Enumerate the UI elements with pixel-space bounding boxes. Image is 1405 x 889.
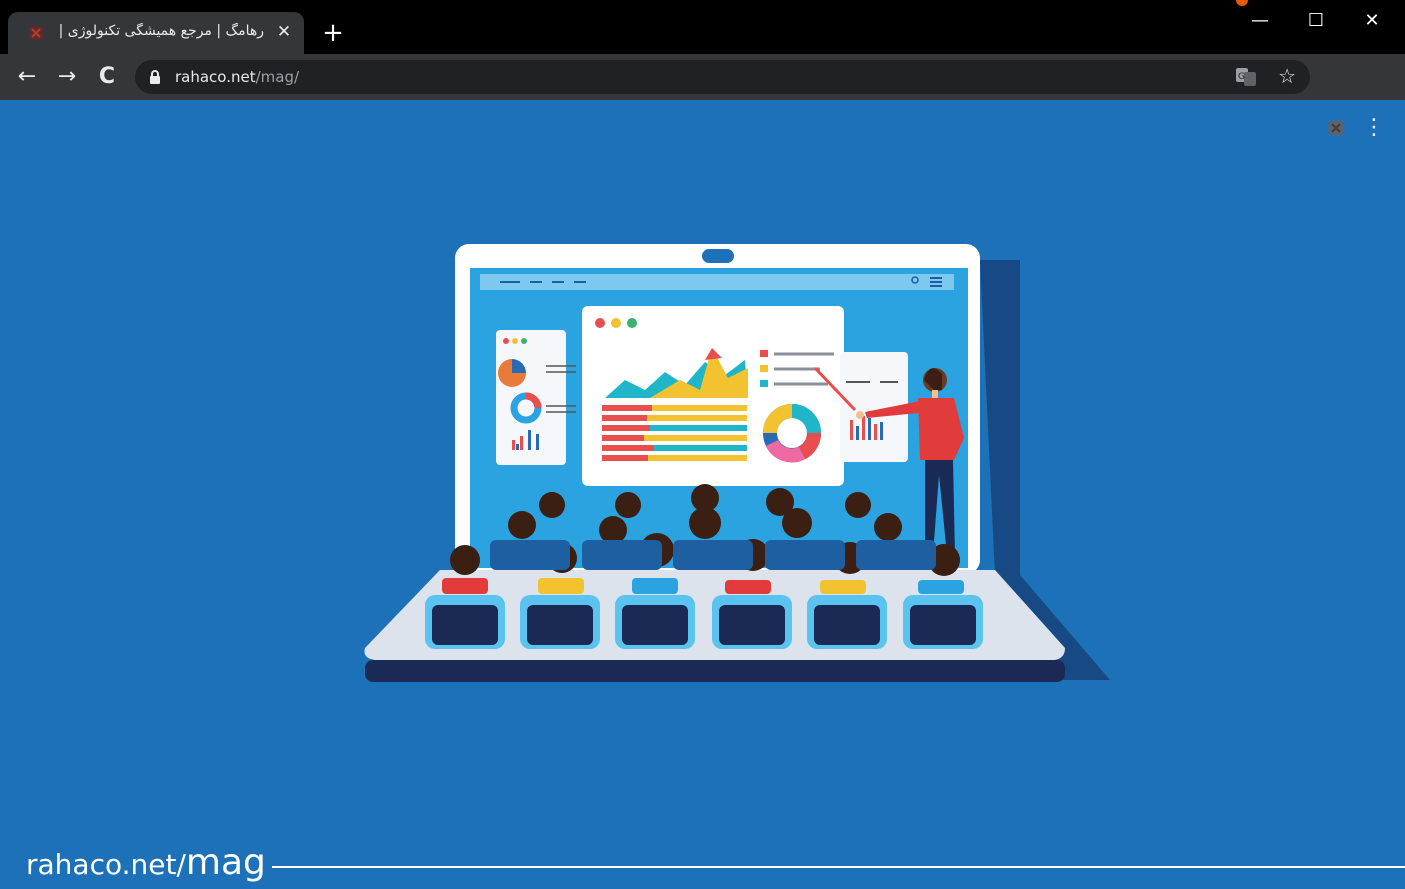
browser-tab[interactable]: رهامگ | مرجع همیشگی تکنولوژی | ✕	[8, 12, 304, 54]
extension-icon[interactable]	[1326, 118, 1346, 138]
translate-icon[interactable]: G	[1236, 68, 1256, 86]
footer-divider	[272, 866, 1405, 868]
svg-text:G: G	[1238, 72, 1245, 82]
footer-section: mag	[185, 842, 266, 883]
tab-close-icon[interactable]: ✕	[274, 22, 294, 42]
favicon	[29, 26, 43, 40]
url-text: rahaco.net/mag/	[175, 68, 299, 86]
tab-title: رهامگ | مرجع همیشگی تکنولوژی |	[58, 23, 264, 39]
url-path: /mag/	[255, 68, 300, 86]
tab-strip: رهامگ | مرجع همیشگی تکنولوژی | ✕ + — ☐ ✕	[0, 0, 1405, 54]
laptop-base-edge	[365, 660, 1065, 682]
back-button[interactable]: ←	[14, 64, 40, 90]
menu-icon[interactable]: ⋮	[1362, 116, 1386, 140]
close-window-button[interactable]: ✕	[1344, 6, 1400, 36]
star-icon[interactable]: ☆	[1278, 64, 1296, 88]
webcam	[702, 249, 734, 263]
address-bar[interactable]: rahaco.net/mag/ G ☆	[135, 60, 1310, 94]
toolbar: ← → C rahaco.net/mag/ G ☆ ⋮	[0, 54, 1405, 140]
footer-url: rahaco.net/mag	[26, 842, 266, 883]
url-domain: rahaco.net	[175, 68, 256, 86]
presentation-illustration	[364, 244, 1110, 682]
screen-toolbar	[480, 274, 954, 290]
forward-button[interactable]: →	[54, 64, 80, 90]
new-tab-button[interactable]: +	[320, 20, 346, 46]
browser-chrome: رهامگ | مرجع همیشگی تکنولوژی | ✕ + — ☐ ✕…	[0, 0, 1405, 140]
maximize-button[interactable]: ☐	[1288, 6, 1344, 36]
lock-icon	[150, 70, 160, 84]
reload-button[interactable]: C	[94, 64, 120, 90]
minimize-button[interactable]: —	[1232, 6, 1288, 36]
footer-domain: rahaco.net/	[26, 848, 186, 881]
